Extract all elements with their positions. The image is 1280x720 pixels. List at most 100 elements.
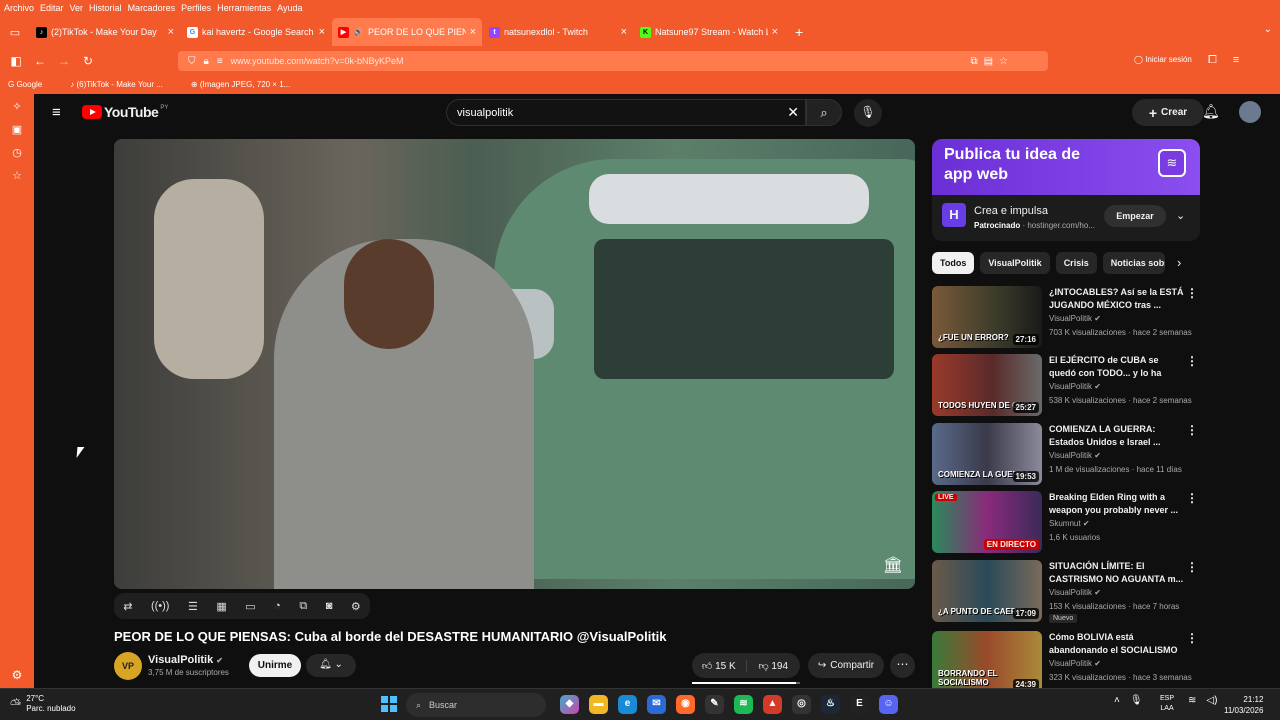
speaker-icon[interactable]: 🔊 [353,27,364,38]
sponsored-ad[interactable]: Publica tu idea de app web ≋ H Crea e im… [932,139,1200,241]
list-item[interactable]: ¿FUE UN ERROR? 27:16 ¿INTOCABLES? Así se… [932,286,1200,348]
speed-icon[interactable]: ◔ [274,600,281,612]
bookmark-image[interactable]: ⊕ (Imagen JPEG, 720 × 1... [191,80,304,89]
url-bar[interactable]: ⛉ 🔒︎ ≡ www.youtube.com/watch?v=0k-bNByKP… [178,51,1048,71]
more-options-icon[interactable]: ⋮ [1186,560,1198,574]
playlist-icon[interactable]: ☰ [188,600,198,613]
menu-ver[interactable]: Ver [70,3,84,13]
permissions-icon[interactable]: ≡ [217,56,223,67]
pip-icon[interactable]: ⧉ [299,600,307,613]
close-tab-icon[interactable]: × [319,26,325,38]
taskbar-search[interactable]: ⌕ Buscar [406,693,546,717]
dislike-button[interactable]: 👎︎ 194 [747,660,801,672]
channel-name[interactable]: VisualPolitik ✔ [1049,314,1101,323]
voice-search-button[interactable]: 🎙︎ [854,99,882,127]
more-options-icon[interactable]: ⋮ [1186,423,1198,437]
tab-kick[interactable]: K Natsune97 Stream - Watch Live × [634,18,784,46]
settings-icon[interactable]: ⚙ [0,668,34,682]
channel-name[interactable]: Skumnut ✔ [1049,519,1090,528]
reader-view-icon[interactable]: ▤ [984,56,993,67]
spotify-icon[interactable]: ≋ [734,695,753,714]
video-title[interactable]: COMIENZA LA GUERRA: Estados Unidos e Isr… [1049,423,1185,449]
list-item[interactable]: LIVE EN DIRECTO Breaking Elden Ring with… [932,491,1200,553]
sidebar-toggle-icon[interactable]: ◧ [4,54,28,68]
video-title[interactable]: Breaking Elden Ring with a weapon you pr… [1049,491,1185,517]
microphone-icon[interactable]: 🎙︎ [1130,695,1143,706]
menu-perfiles[interactable]: Perfiles [181,3,211,13]
search-button[interactable]: ⌕ [806,99,842,126]
github-icon[interactable]: ◎ [792,695,811,714]
close-tab-icon[interactable]: × [621,26,627,38]
extensions-icon[interactable]: ⧠ [1208,54,1217,67]
menu-herramientas[interactable]: Herramientas [217,3,271,13]
weather-widget[interactable]: ⛅︎ 27°C Parc. nublado [10,694,76,714]
bookmarks-icon[interactable]: ☆ [0,163,34,186]
discord-icon[interactable]: ☺ [879,695,898,714]
volume-icon[interactable]: ◁) [1206,695,1217,706]
shield-icon[interactable]: ⛉ [188,56,196,67]
bookmark-google[interactable]: G Google [8,80,56,89]
copilot-icon[interactable]: ◆ [560,695,579,714]
chip-visualpolitik[interactable]: VisualPolitik [980,252,1050,274]
channel-name[interactable]: VisualPolitik ✔ [1049,588,1101,597]
notifications-bell-icon[interactable]: 🔔︎ [1202,103,1220,120]
list-item[interactable]: ¿A PUNTO DE CAER? 17:09 SITUACIÓN LÍMITE… [932,560,1200,623]
loop-icon[interactable]: ⇄ [123,600,132,613]
close-tab-icon[interactable]: × [470,26,476,38]
search-input[interactable]: visualpolitik ✕ [446,99,806,126]
tab-google[interactable]: G kai havertz - Google Search × [181,18,331,46]
menu-archivo[interactable]: Archivo [4,3,34,13]
lock-icon[interactable]: 🔒︎ [204,56,209,67]
youtube-logo[interactable]: YouTube PY [82,104,168,120]
chevron-up-icon[interactable]: ˄ [1114,695,1120,706]
channel-avatar[interactable]: VP [114,652,142,680]
chevron-right-icon[interactable]: › [1177,255,1181,270]
video-thumbnail[interactable]: COMIENZA LA GUERRA 19:53 [932,423,1042,485]
url-text[interactable]: www.youtube.com/watch?v=0k-bNByKPeM [231,56,404,66]
file-explorer-icon[interactable]: ▬ [589,695,608,714]
channel-name[interactable]: VisualPolitik ✔ [1049,382,1101,391]
forward-button[interactable]: → [52,54,76,68]
ai-chat-icon[interactable]: ✧ [0,94,34,117]
chevron-down-icon[interactable]: ⌄ [1264,24,1272,35]
share-button[interactable]: ↪ Compartir [808,653,884,678]
more-options-icon[interactable]: ⋮ [1186,491,1198,505]
hostinger-logo-icon[interactable]: H [942,203,966,227]
channel-name[interactable]: VisualPolitik ✔ [1049,659,1101,668]
more-options-icon[interactable]: ⋮ [1186,354,1198,368]
menu-marcadores[interactable]: Marcadores [128,3,176,13]
close-tab-icon[interactable]: × [772,26,778,38]
bookmark-star-icon[interactable]: ☆ [999,56,1008,67]
screen-icon[interactable]: ▭ [245,600,255,613]
history-icon[interactable]: ◷ [0,140,34,163]
edge-icon[interactable]: e [618,695,637,714]
video-title[interactable]: SITUACIÓN LÍMITE: El CASTRISMO NO AGUANT… [1049,560,1185,586]
picture-in-picture-icon[interactable]: ⧉ [970,56,977,67]
mail-icon[interactable]: ✉ [647,695,666,714]
chevron-down-icon[interactable]: ⌄ [1176,209,1185,222]
list-item[interactable]: COMIENZA LA GUERRA 19:53 COMIENZA LA GUE… [932,423,1200,485]
subscription-bell-button[interactable]: 🔔︎ ⌄ [306,654,356,677]
menu-historial[interactable]: Historial [89,3,122,13]
menu-icon[interactable]: ≡ [1233,54,1239,67]
language-indicator[interactable]: ESP LAA [1160,694,1174,714]
hamburger-menu-icon[interactable]: ≡ [52,104,61,121]
sign-in-button[interactable]: ◯ Iniciar sesión [1134,55,1192,64]
video-player[interactable]: 🏛︎ [114,139,915,589]
clock[interactable]: 21:12 11/03/2026 [1224,694,1263,716]
video-thumbnail[interactable]: ¿A PUNTO DE CAER? 17:09 [932,560,1042,622]
audio-icon[interactable]: ((•)) [151,600,170,612]
channel-watermark-icon[interactable]: 🏛︎ [881,555,905,575]
more-options-icon[interactable]: ⋮ [1186,286,1198,300]
back-button[interactable]: ← [28,54,52,68]
video-title[interactable]: Cómo BOLIVIA está abandonando el SOCIALI… [1049,631,1185,657]
video-thumbnail[interactable]: ¿FUE UN ERROR? 27:16 [932,286,1042,348]
more-options-icon[interactable]: ⋮ [1186,631,1198,645]
settings-gear-icon[interactable]: ⚙ [351,600,361,613]
bookmark-tiktok[interactable]: ♪ (6)TikTok - Make Your ... [70,80,177,89]
channel-name[interactable]: VisualPolitik ✔ [1049,451,1101,460]
video-title[interactable]: El EJÉRCITO de CUBA se quedó con TODO...… [1049,354,1185,380]
steam-icon[interactable]: ♨ [821,695,840,714]
tab-twitch[interactable]: t natsunexdlol - Twitch × [483,18,633,46]
ad-cta-button[interactable]: Empezar [1104,205,1166,227]
